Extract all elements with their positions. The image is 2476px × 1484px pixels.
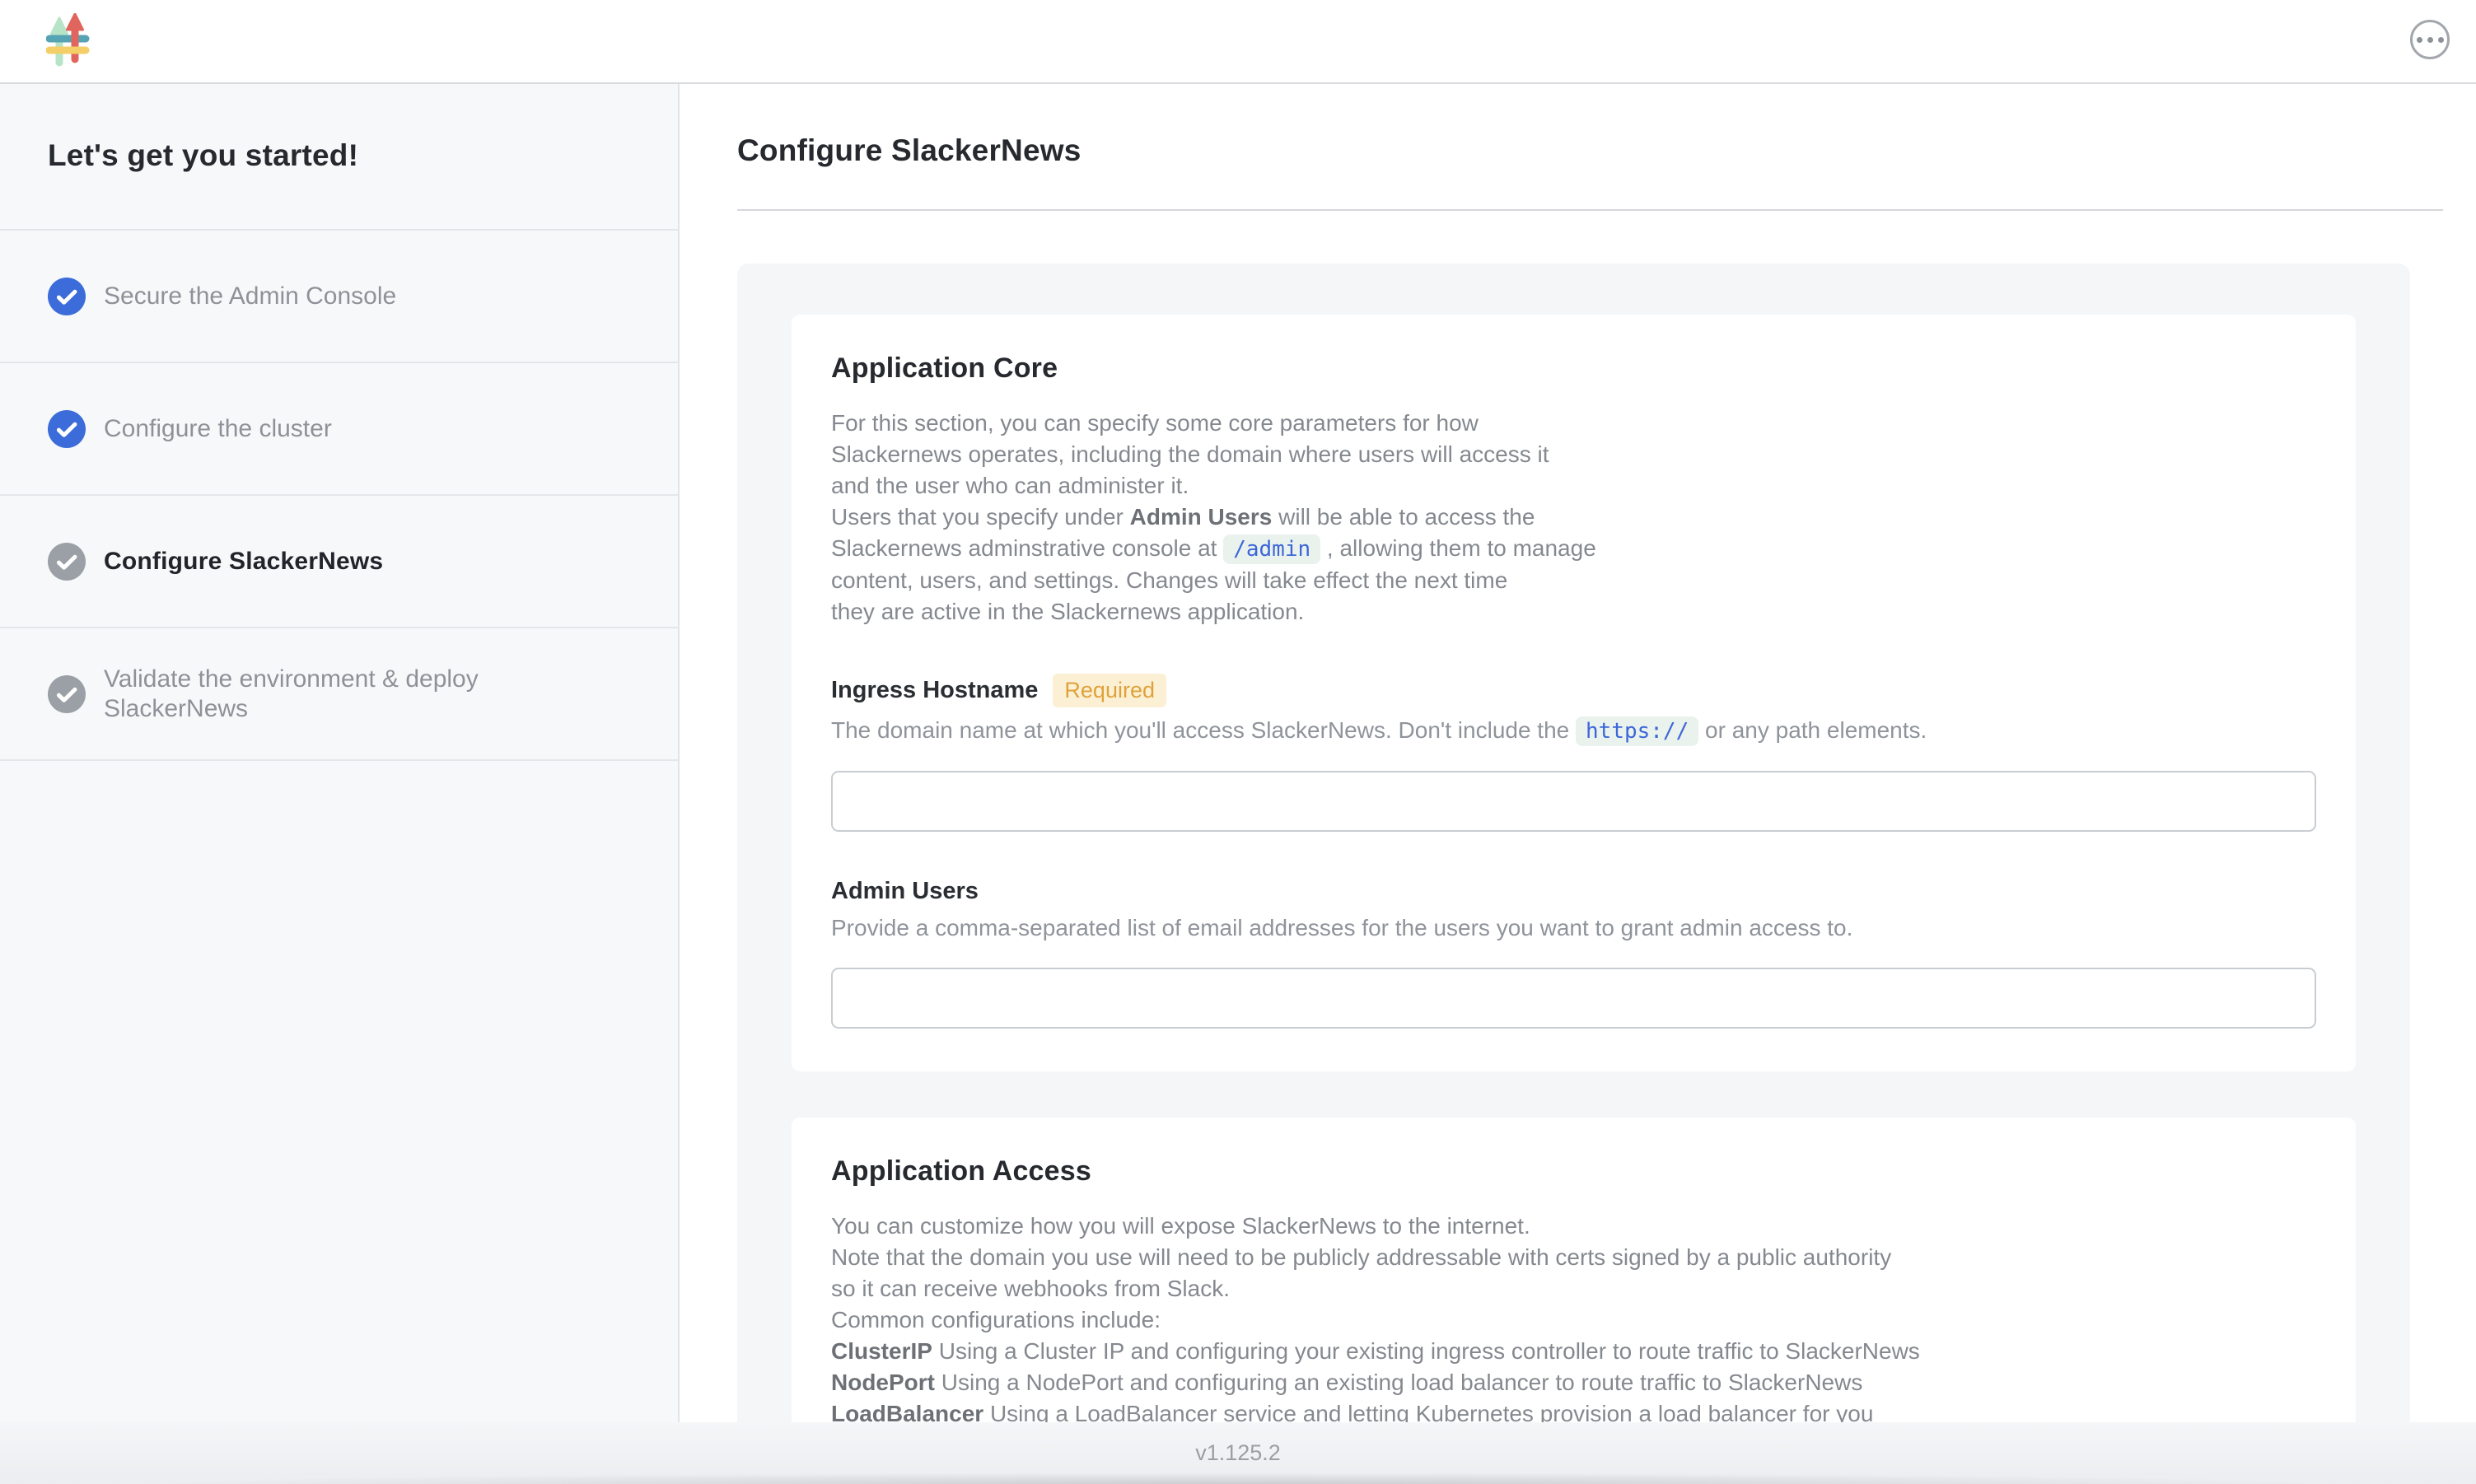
title-divider bbox=[737, 209, 2443, 211]
slackernews-logo-icon bbox=[46, 13, 94, 68]
footer: v1.125.2 bbox=[0, 1422, 2476, 1484]
ingress-hostname-input[interactable] bbox=[831, 771, 2316, 832]
setup-wizard-page: Let's get you started! Secure the Admin … bbox=[0, 0, 2476, 1484]
sidebar-step-configure-slackernews[interactable]: Configure SlackerNews bbox=[0, 496, 678, 628]
topbar bbox=[0, 0, 2476, 84]
check-circle-icon bbox=[48, 675, 86, 713]
inline-code: /admin bbox=[1223, 534, 1320, 564]
ellipsis-dot bbox=[2427, 37, 2433, 43]
field-label: Admin Users bbox=[831, 878, 979, 905]
application-core-card: Application Core For this section, you c… bbox=[792, 315, 2356, 1071]
main-content: Configure SlackerNews Application Core F… bbox=[680, 82, 2476, 1422]
footer-shadow bbox=[148, 1472, 2327, 1484]
check-circle-icon bbox=[48, 543, 86, 581]
check-circle-icon bbox=[48, 410, 86, 448]
sidebar-step-configure-cluster[interactable]: Configure the cluster bbox=[0, 363, 678, 496]
field-help: Provide a comma-separated list of email … bbox=[831, 913, 2316, 943]
ellipsis-menu-button[interactable] bbox=[2410, 20, 2450, 59]
check-circle-icon bbox=[48, 278, 86, 315]
field-label: Ingress Hostname bbox=[831, 677, 1038, 704]
field-help: The domain name at which you'll access S… bbox=[831, 716, 2316, 746]
step-label: Validate the environment & deploy Slacke… bbox=[104, 665, 565, 724]
card-description: For this section, you can specify some c… bbox=[831, 408, 2025, 628]
step-label: Configure the cluster bbox=[104, 414, 332, 444]
ellipsis-dot bbox=[2438, 37, 2444, 43]
inline-code: https:// bbox=[1576, 716, 1698, 746]
card-heading: Application Core bbox=[831, 352, 2316, 385]
card-heading: Application Access bbox=[831, 1155, 2316, 1188]
admin-users-field-group: Admin Users Provide a comma-separated li… bbox=[831, 878, 2316, 1029]
sidebar-step-validate-deploy[interactable]: Validate the environment & deploy Slacke… bbox=[0, 628, 678, 761]
card-description: You can customize how you will expose Sl… bbox=[831, 1211, 2025, 1422]
step-label: Configure SlackerNews bbox=[104, 547, 383, 576]
sidebar-heading: Let's get you started! bbox=[0, 82, 678, 231]
app-version: v1.125.2 bbox=[1195, 1440, 1281, 1466]
application-access-card: Application Access You can customize how… bbox=[792, 1118, 2356, 1422]
page-title: Configure SlackerNews bbox=[737, 133, 2443, 168]
ellipsis-dot bbox=[2417, 37, 2422, 43]
step-label: Secure the Admin Console bbox=[104, 282, 396, 311]
ingress-hostname-field-group: Ingress Hostname Required The domain nam… bbox=[831, 674, 2316, 832]
setup-steps-sidebar: Let's get you started! Secure the Admin … bbox=[0, 82, 680, 1422]
required-badge: Required bbox=[1053, 674, 1166, 707]
config-panel: Application Core For this section, you c… bbox=[737, 264, 2410, 1422]
admin-users-input[interactable] bbox=[831, 968, 2316, 1029]
sidebar-step-secure-admin-console[interactable]: Secure the Admin Console bbox=[0, 231, 678, 363]
